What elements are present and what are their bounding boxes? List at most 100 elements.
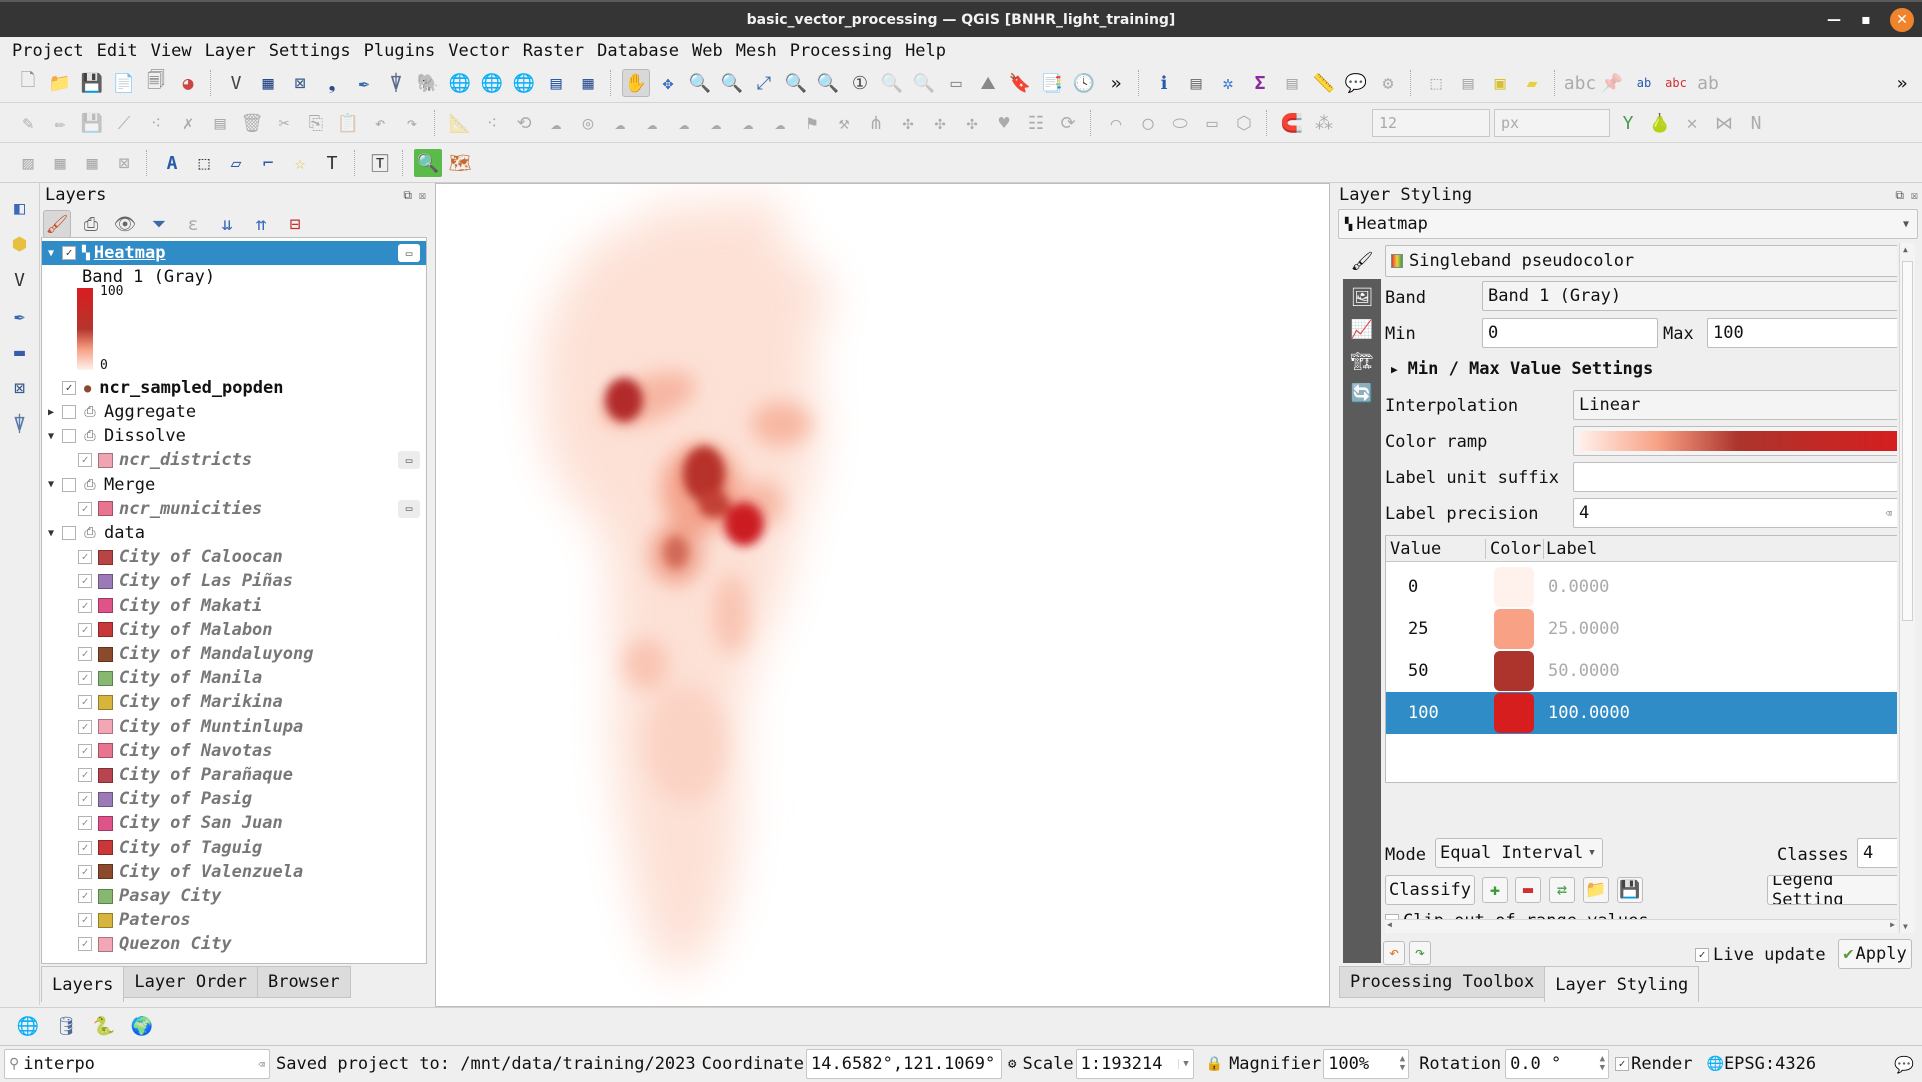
layer-item[interactable]: ✓ City of San Juan — [42, 811, 426, 835]
add-delimited-text-icon[interactable]: ❟ — [318, 69, 346, 97]
ellipse-digitize-icon[interactable]: ⬭ — [1166, 109, 1194, 137]
layer-visibility-checkbox[interactable]: ✓ — [78, 453, 92, 468]
delete-selected-icon[interactable]: 🗑 — [238, 109, 266, 137]
pan-map-icon[interactable]: ✋ — [622, 69, 650, 97]
layer-visibility-checkbox[interactable]: ✓ — [78, 647, 92, 661]
rotate-feature-icon[interactable]: ⟲ — [510, 109, 538, 137]
layer-item[interactable]: ✓ ncr_municities ▭ — [42, 497, 426, 521]
menu-project[interactable]: Project — [8, 41, 88, 61]
maximize-button[interactable]: ▪ — [1854, 8, 1878, 32]
group-visibility-checkbox[interactable] — [62, 526, 76, 540]
symbology-tab-icon[interactable]: 🖌 — [1343, 243, 1381, 279]
new-shapefile-icon[interactable]: V — [5, 265, 35, 295]
offset-point-symbols-icon[interactable]: ✣ — [958, 109, 986, 137]
menu-plugins[interactable]: Plugins — [360, 41, 440, 61]
layer-visibility-checkbox[interactable]: ✓ — [78, 864, 92, 879]
menu-database[interactable]: Database — [593, 41, 683, 61]
spin-arrows-icon[interactable]: ▲ ▼ — [1600, 1055, 1608, 1073]
collapse-arrow-icon[interactable]: ▼ — [44, 479, 58, 490]
toolbar-overflow-icon-2[interactable]: » — [1888, 69, 1916, 97]
apply-button[interactable]: ✔ Apply — [1838, 939, 1912, 969]
layer-item[interactable]: ✓ City of Pasig — [42, 787, 426, 811]
statistical-summary-icon[interactable]: Σ — [1246, 69, 1274, 97]
select-annotation-icon[interactable]: ▦ — [46, 149, 74, 177]
current-edits-icon[interactable]: ✎ — [14, 109, 42, 137]
show-hide-labels-icon[interactable]: abc — [1662, 69, 1690, 97]
add-point-feature-icon[interactable]: ⁖ — [142, 109, 170, 137]
renderer-type-select[interactable]: Singleband pseudocolor — [1385, 245, 1897, 277]
move-label-icon[interactable]: ab — [1694, 69, 1722, 97]
vertex-tool-icon[interactable]: ✗ — [174, 109, 202, 137]
magnifier-spinbox[interactable]: 100% ▲ ▼ — [1323, 1049, 1410, 1079]
close-panel-icon[interactable]: ☒ — [1911, 188, 1918, 202]
layer-item[interactable]: ✓ Quezon City — [42, 932, 426, 956]
expand-arrow-icon[interactable]: ▶ — [44, 407, 58, 418]
class-row[interactable]: 50 50.0000 — [1386, 650, 1897, 692]
layer-visibility-checkbox[interactable]: ✓ — [78, 622, 92, 637]
pan-to-selection-icon[interactable]: ✥ — [654, 69, 682, 97]
qgis-cloud-icon[interactable]: 🌍 — [128, 1013, 156, 1041]
rotation-tool-icon[interactable]: ⟳ — [1054, 109, 1082, 137]
scale-combo[interactable]: 1:193214 ▼ — [1075, 1049, 1194, 1079]
redo-style-button[interactable]: ↷ — [1409, 941, 1431, 965]
layer-visibility-checkbox[interactable]: ✓ — [78, 792, 92, 807]
add-group-icon[interactable]: ⎙ — [77, 210, 105, 238]
column-header-value[interactable]: Value — [1386, 538, 1486, 559]
layer-visibility-checkbox[interactable]: ✓ — [78, 816, 92, 831]
float-panel-icon[interactable]: ⧉ — [403, 188, 412, 203]
run-feature-action-icon[interactable]: ⚙ — [1374, 69, 1402, 97]
menu-vector[interactable]: Vector — [444, 41, 513, 61]
digitize-line-icon[interactable]: ⟋ — [110, 109, 138, 137]
layer-item[interactable]: ✓ Pasay City — [42, 884, 426, 908]
histogram-tab-icon[interactable]: 📈 — [1348, 315, 1376, 343]
new-project-icon[interactable]: 🗋 — [14, 69, 42, 97]
move-feature-icon[interactable]: ⁖ — [478, 109, 506, 137]
paste-features-icon[interactable]: 📋 — [334, 109, 362, 137]
transparency-tab-icon[interactable]: 🖼 — [1348, 283, 1376, 311]
label-toolbar-icon[interactable]: abc — [1564, 69, 1597, 97]
select-by-location-icon[interactable]: ▰ — [1518, 69, 1546, 97]
split-features-icon[interactable]: ⚑ — [798, 109, 826, 137]
new-print-layout-icon[interactable]: 📄 — [110, 69, 138, 97]
map-canvas[interactable] — [435, 183, 1330, 1007]
tracing-icon[interactable]: ⋈ — [1710, 109, 1738, 137]
add-wms-layer-icon[interactable]: 🌐 — [446, 69, 474, 97]
delete-ring-icon[interactable]: ☁ — [670, 109, 698, 137]
new-temporary-layer-icon[interactable]: ▦ — [574, 69, 602, 97]
class-value[interactable]: 25 — [1386, 619, 1486, 639]
zoom-next-icon[interactable]: 🔍 — [910, 69, 938, 97]
layer-visibility-checkbox[interactable]: ✓ — [78, 550, 92, 565]
interpolation-select[interactable]: Linear — [1573, 390, 1897, 420]
column-header-label[interactable]: Label — [1544, 539, 1597, 559]
add-wcs-layer-icon[interactable]: 🌐 — [510, 69, 538, 97]
new-mesh-layer-icon[interactable]: ⍒ — [5, 409, 35, 439]
metasearch-icon[interactable]: 🌐 — [14, 1013, 42, 1041]
close-button[interactable]: ✕ — [1890, 8, 1914, 32]
reverse-line-icon[interactable]: ♥ — [990, 109, 1018, 137]
label-unit-suffix-input[interactable] — [1573, 462, 1897, 492]
save-project-icon[interactable]: 💾 — [78, 69, 106, 97]
min-input[interactable]: 0 — [1482, 318, 1658, 348]
layer-item[interactable]: ✓ City of Taguig — [42, 836, 426, 860]
georeferencer-icon[interactable]: 🗺 — [446, 149, 474, 177]
manage-visibility-icon[interactable]: 👁 — [111, 210, 139, 238]
add-xyz-layer-icon[interactable]: ▤ — [542, 69, 570, 97]
layer-group-data[interactable]: ▼ ⎙ data — [42, 521, 426, 545]
spin-arrows-icon[interactable]: ▲ ▼ — [1400, 1055, 1408, 1073]
label-precision-input[interactable]: 4 ⌫ — [1573, 498, 1897, 528]
advanced-digitizing-icon[interactable]: 📐 — [446, 109, 474, 137]
messages-icon[interactable]: 💬 — [1894, 1055, 1914, 1074]
highlight-pinned-labels-icon[interactable]: ab — [1630, 69, 1658, 97]
layer-item[interactable]: ✓ City of Manila — [42, 666, 426, 690]
column-header-color[interactable]: Color — [1486, 538, 1544, 559]
filter-legend-icon[interactable]: ⏷ — [145, 210, 173, 238]
open-attribute-table-icon[interactable]: ▤ — [1182, 69, 1210, 97]
rotation-spinbox[interactable]: 0.0 ° ▲ ▼ — [1505, 1049, 1610, 1079]
layer-group-dissolve[interactable]: ▼ ⎙ Dissolve — [42, 424, 426, 448]
classes-input[interactable]: 4 — [1857, 838, 1897, 868]
simplify-feature-icon[interactable]: ☁ — [542, 109, 570, 137]
scrollbar-thumb[interactable] — [1902, 261, 1913, 621]
class-label[interactable]: 50.0000 — [1548, 661, 1620, 681]
offset-curve-icon[interactable]: ☁ — [766, 109, 794, 137]
reshape-features-icon[interactable]: ☁ — [734, 109, 762, 137]
